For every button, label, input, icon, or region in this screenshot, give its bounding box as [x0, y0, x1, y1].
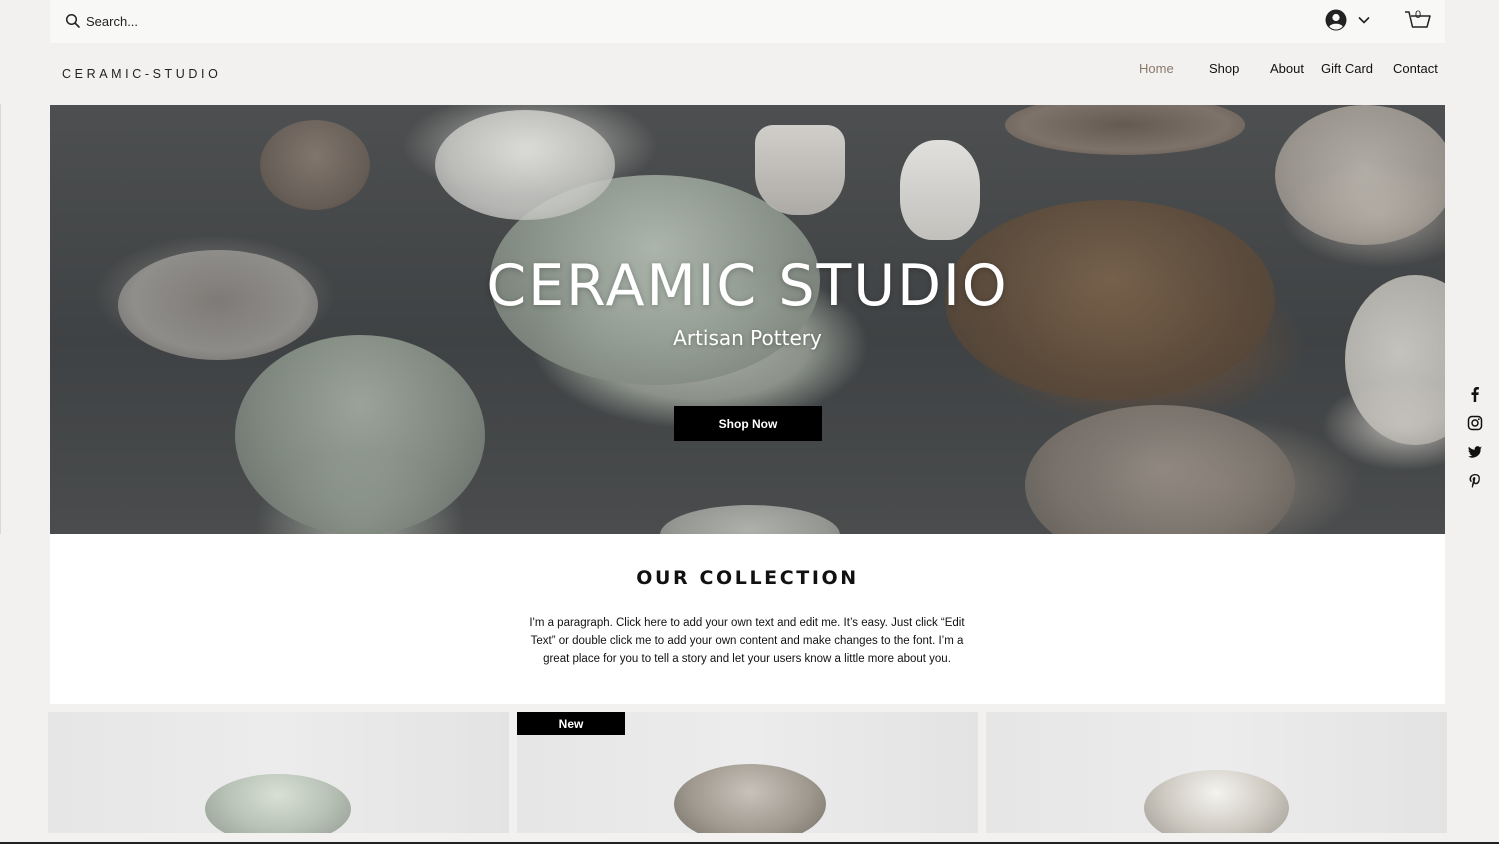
hero-image-bowl: [1275, 105, 1445, 245]
hero-title: CERAMIC STUDIO: [486, 253, 1009, 319]
hero-image-cup: [755, 125, 845, 215]
pinterest-icon[interactable]: [1467, 473, 1483, 489]
nav-item-contact[interactable]: Contact: [1393, 61, 1438, 76]
search-icon[interactable]: [65, 13, 81, 29]
divider: [0, 104, 1, 534]
instagram-icon[interactable]: [1467, 415, 1483, 431]
hero-subtitle: Artisan Pottery: [673, 326, 822, 350]
social-bar: [1467, 386, 1483, 502]
collection-title: OUR COLLECTION: [636, 567, 859, 589]
hero-image-cup: [900, 140, 980, 240]
product-card[interactable]: New: [517, 712, 978, 833]
facebook-icon[interactable]: [1467, 386, 1483, 402]
nav-item-home[interactable]: Home: [1139, 61, 1174, 76]
nav-item-gift-card[interactable]: Gift Card: [1321, 61, 1373, 76]
product-image: [674, 764, 826, 833]
new-badge: New: [517, 712, 625, 735]
hero-image-bowl: [435, 110, 615, 220]
product-card[interactable]: [986, 712, 1447, 833]
hero-image-bowl: [660, 505, 840, 534]
top-bar: 0: [50, 0, 1445, 43]
twitter-icon[interactable]: [1467, 444, 1483, 460]
hero-banner: CERAMIC STUDIO Artisan Pottery Shop Now: [50, 105, 1445, 534]
product-image: [1144, 770, 1289, 833]
search-input[interactable]: [86, 11, 386, 31]
avatar-icon[interactable]: [1325, 9, 1347, 31]
nav-item-about[interactable]: About: [1270, 61, 1304, 76]
hero-image-bowl: [1025, 405, 1295, 534]
product-card[interactable]: [48, 712, 509, 833]
collection-paragraph: I'm a paragraph. Click here to add your …: [529, 617, 965, 665]
collection-section: OUR COLLECTION I'm a paragraph. Click he…: [50, 534, 1445, 704]
shop-now-button[interactable]: Shop Now: [674, 406, 822, 441]
hero-image-bowl: [260, 120, 370, 210]
cart-count: 0: [1415, 9, 1422, 21]
cart-button[interactable]: 0: [1404, 7, 1432, 35]
hero-image-bowl: [1005, 105, 1245, 155]
chevron-down-icon[interactable]: [1357, 15, 1371, 25]
account-menu[interactable]: [1325, 9, 1371, 31]
hero-image-bowl: [235, 335, 485, 534]
nav-item-shop[interactable]: Shop: [1209, 61, 1239, 76]
product-image: [205, 774, 351, 833]
main-nav: Home Shop About Gift Card Contact: [0, 61, 1499, 77]
